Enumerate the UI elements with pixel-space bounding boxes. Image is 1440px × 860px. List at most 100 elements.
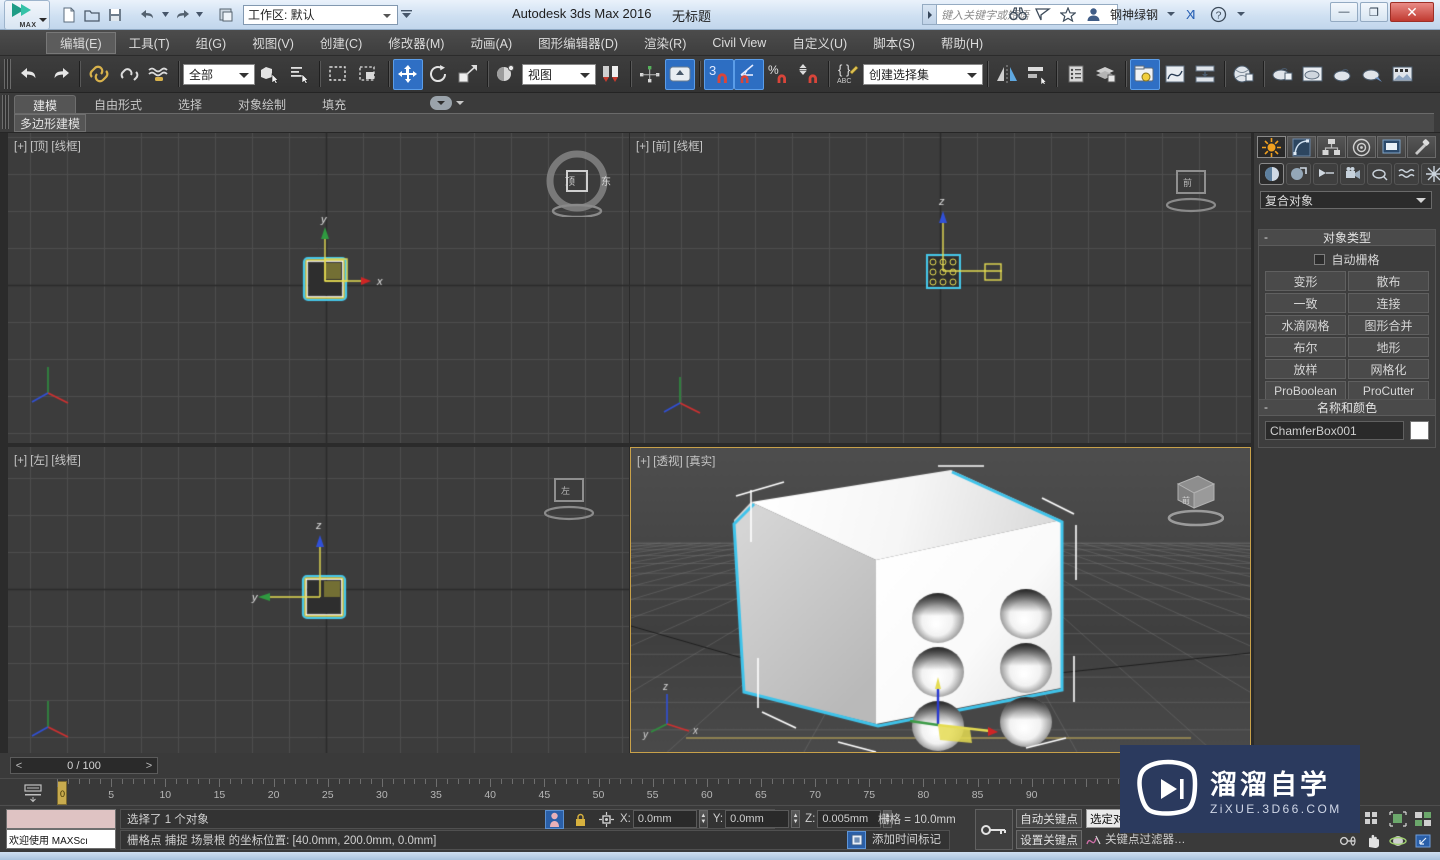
- edit-named-selection-sets-button[interactable]: { } ABC: [833, 59, 863, 90]
- maximize-viewport-toggle-icon[interactable]: [1412, 831, 1434, 851]
- menu-item-1[interactable]: 工具(T): [116, 32, 183, 54]
- field-of-view-icon[interactable]: [1337, 831, 1359, 851]
- maximize-button[interactable]: ❐: [1360, 2, 1388, 22]
- user-account-icon[interactable]: [1084, 3, 1103, 25]
- pan-view-icon[interactable]: [1362, 831, 1384, 851]
- spinner-snap-toggle-button[interactable]: [794, 59, 824, 90]
- object-type-button-连接[interactable]: 连接: [1348, 293, 1429, 313]
- lock-icon[interactable]: [572, 810, 588, 829]
- menu-item-10[interactable]: 自定义(U): [779, 32, 860, 54]
- rollout-collapse-icon[interactable]: -: [1264, 400, 1268, 414]
- open-mini-curve-editor-icon[interactable]: [22, 783, 44, 803]
- max-app-menu-button[interactable]: MAX: [4, 0, 50, 30]
- rectangular-selection-region-button[interactable]: [324, 59, 354, 90]
- object-type-button-地形[interactable]: 地形: [1348, 337, 1429, 357]
- menu-item-3[interactable]: 视图(V): [239, 32, 307, 54]
- undo-dropdown-icon[interactable]: [160, 4, 170, 26]
- hierarchy-tab[interactable]: [1317, 136, 1346, 158]
- selection-lock-person-icon[interactable]: [545, 810, 564, 829]
- object-category-dropdown[interactable]: 复合对象: [1260, 191, 1432, 209]
- chevron-down-icon[interactable]: [1237, 12, 1245, 16]
- object-type-button-procutter[interactable]: ProCutter: [1348, 381, 1429, 401]
- select-object-button[interactable]: [255, 59, 285, 90]
- systems-icon[interactable]: [1421, 163, 1440, 185]
- manage-layers-button[interactable]: [1091, 59, 1121, 90]
- create-tab[interactable]: [1257, 136, 1286, 158]
- binoculars-icon[interactable]: [1009, 3, 1028, 25]
- object-type-button-proboolean[interactable]: ProBoolean: [1265, 381, 1346, 401]
- undo-icon[interactable]: [137, 4, 159, 26]
- viewport-left[interactable]: [+] [左] [线框] 左: [8, 447, 629, 753]
- star-icon[interactable]: [1059, 3, 1078, 25]
- save-file-icon[interactable]: [104, 4, 126, 26]
- ribbon-tab-2[interactable]: 选择: [160, 95, 220, 114]
- named-selection-set-combo[interactable]: 创建选择集: [863, 63, 983, 85]
- object-type-button-图形合并[interactable]: 图形合并: [1348, 315, 1429, 335]
- share-icon[interactable]: [1034, 3, 1053, 25]
- set-key-button[interactable]: 设置关键点: [1016, 830, 1082, 849]
- workspace-more-icon[interactable]: [398, 5, 414, 25]
- viewport-navigation-gizmo-top[interactable]: 顶 东: [541, 147, 611, 217]
- menu-item-5[interactable]: 修改器(M): [375, 32, 457, 54]
- select-by-name-button[interactable]: [285, 59, 315, 90]
- rollout-object-type-header[interactable]: - 对象类型: [1259, 230, 1435, 246]
- space-warps-icon[interactable]: [1394, 163, 1419, 185]
- render-iterative-button[interactable]: [1358, 59, 1388, 90]
- select-and-manipulate-button[interactable]: [665, 58, 695, 90]
- search-dropdown-icon[interactable]: [922, 4, 936, 25]
- set-key-mode-button[interactable]: [975, 809, 1013, 850]
- ribbon-tab-1[interactable]: 自由形式: [76, 95, 160, 114]
- rendered-frame-window-button[interactable]: [1298, 59, 1328, 90]
- set-project-folder-icon[interactable]: [215, 4, 237, 26]
- reference-coordinate-system-combo[interactable]: 视图: [522, 63, 596, 85]
- bind-to-space-warp-button[interactable]: [144, 59, 174, 90]
- use-pivot-point-center-button[interactable]: [596, 59, 626, 90]
- motion-tab[interactable]: [1347, 136, 1376, 158]
- toolbar-grip[interactable]: [4, 59, 11, 89]
- menu-item-4[interactable]: 创建(C): [307, 32, 375, 54]
- coord-y-field[interactable]: 0.0mm: [725, 810, 790, 828]
- layer-manager-button[interactable]: [1061, 59, 1091, 90]
- selection-filter-combo[interactable]: 全部: [183, 63, 255, 85]
- cameras-icon[interactable]: [1340, 163, 1365, 185]
- key-filters-label[interactable]: 关键点过滤器…: [1105, 831, 1186, 847]
- help-icon[interactable]: ?: [1209, 3, 1228, 25]
- redo-button[interactable]: [45, 59, 75, 90]
- time-slider-handle[interactable]: 0: [57, 781, 67, 805]
- rollout-collapse-icon[interactable]: -: [1264, 230, 1268, 244]
- rollout-name-color-header[interactable]: - 名称和颜色: [1259, 400, 1435, 416]
- viewport-front[interactable]: [+] [前] [线框] 前: [630, 133, 1251, 443]
- window-crossing-toggle-button[interactable]: [354, 59, 384, 90]
- poly-modeling-panel-button[interactable]: 多边形建模: [14, 114, 87, 132]
- add-time-tag-label[interactable]: 添加时间标记: [872, 831, 941, 847]
- menu-item-2[interactable]: 组(G): [183, 32, 240, 54]
- auto-key-button[interactable]: 自动关键点: [1016, 809, 1082, 828]
- object-type-button-布尔[interactable]: 布尔: [1265, 337, 1346, 357]
- next-frame-button[interactable]: >: [141, 760, 157, 772]
- prev-frame-button[interactable]: <: [11, 760, 27, 772]
- object-type-button-一致[interactable]: 一致: [1265, 293, 1346, 313]
- menu-item-8[interactable]: 渲染(R): [631, 32, 699, 54]
- select-and-scale-button[interactable]: [453, 59, 483, 90]
- coord-z-field[interactable]: 0.005mm: [817, 810, 882, 828]
- exchange-icon[interactable]: XI: [1184, 3, 1203, 25]
- curve-editor-button[interactable]: [1160, 59, 1190, 90]
- snaps-toggle-3d-button[interactable]: 3: [704, 58, 734, 90]
- workspace-selector[interactable]: 工作区: 默认: [243, 4, 398, 25]
- viewport-front-label[interactable]: [+] [前] [线框]: [636, 138, 703, 154]
- object-type-button-散布[interactable]: 散布: [1348, 271, 1429, 291]
- auto-grid-checkbox[interactable]: [1314, 253, 1326, 265]
- redo-dropdown-icon[interactable]: [194, 4, 204, 26]
- viewport-top[interactable]: [+] [顶] [线框] 顶 东: [8, 133, 629, 443]
- viewport-top-label[interactable]: [+] [顶] [线框]: [14, 138, 81, 154]
- menu-item-11[interactable]: 脚本(S): [860, 32, 928, 54]
- object-type-button-网格化[interactable]: 网格化: [1348, 359, 1429, 379]
- zoom-extents-all-icon[interactable]: [1412, 809, 1434, 829]
- geometry-icon[interactable]: [1259, 163, 1284, 185]
- material-editor-button[interactable]: [1229, 59, 1259, 90]
- maxscript-mini-listener[interactable]: 欢迎使用 MAXScı: [6, 809, 116, 850]
- use-selection-center-button[interactable]: [635, 59, 665, 90]
- maxscript-input-pane[interactable]: [6, 809, 116, 829]
- angle-snap-toggle-button[interactable]: [734, 58, 764, 90]
- zoom-icon[interactable]: [1362, 809, 1384, 829]
